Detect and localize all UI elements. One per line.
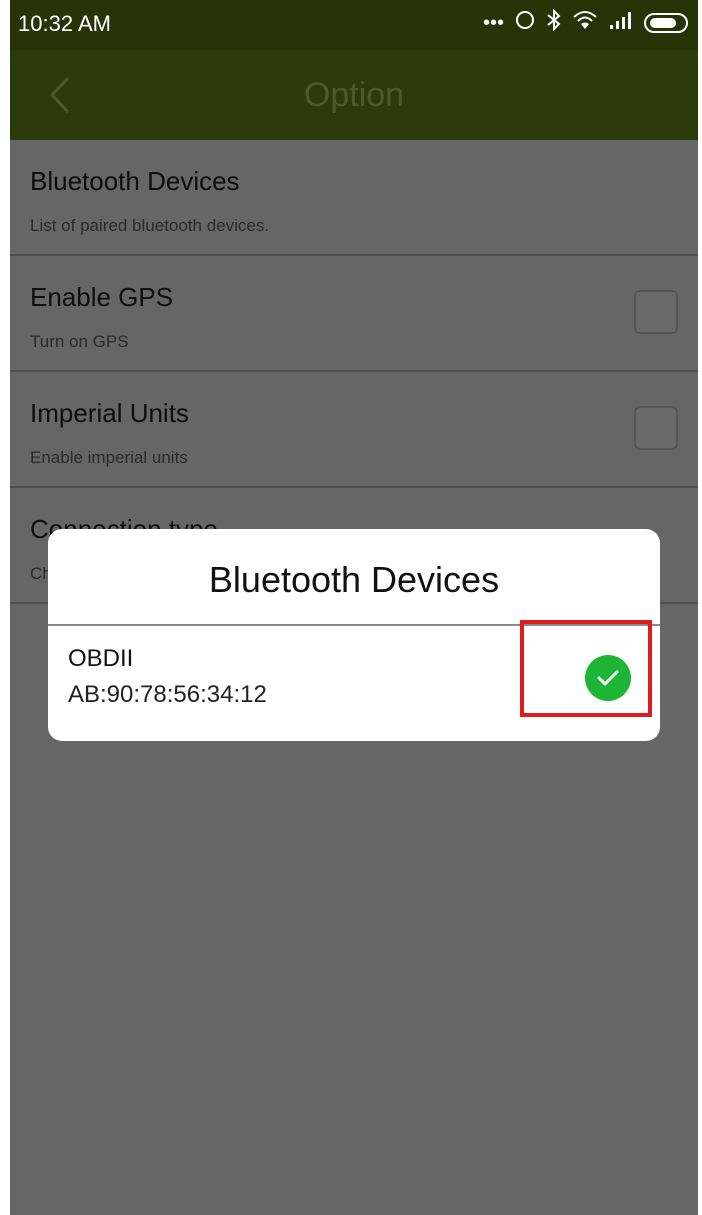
more-dots-icon: •••: [482, 12, 504, 34]
device-mac-address: AB:90:78:56:34:12: [68, 681, 267, 708]
app-bar: Option: [10, 50, 698, 140]
dialog-title: Bluetooth Devices: [208, 559, 500, 600]
status-icons: •••: [482, 8, 688, 37]
gps-checkbox[interactable]: [634, 290, 678, 334]
bluetooth-icon: [546, 8, 562, 37]
app-screen: 10:32 AM ••• Option Bluetooth Devices Li…: [10, 0, 698, 1215]
setting-enable-gps[interactable]: Enable GPS Turn on GPS: [10, 256, 698, 372]
setting-title: Enable GPS: [30, 282, 174, 312]
wifi-icon: [572, 9, 598, 37]
page-title: Option: [303, 76, 405, 114]
setting-summary: Turn on GPS: [30, 332, 129, 351]
status-bar: 10:32 AM •••: [10, 0, 698, 50]
signal-icon: [608, 9, 634, 37]
setting-summary: Enable imperial units: [30, 448, 188, 467]
highlight-annotation-box: [520, 620, 652, 717]
imperial-units-checkbox[interactable]: [634, 406, 678, 450]
setting-title: Bluetooth Devices: [30, 166, 240, 196]
device-name: OBDII: [68, 645, 134, 672]
setting-imperial-units[interactable]: Imperial Units Enable imperial units: [10, 372, 698, 488]
sync-icon: [514, 9, 536, 37]
setting-summary: List of paired bluetooth devices.: [30, 216, 270, 235]
battery-icon: [644, 13, 688, 33]
setting-title: Imperial Units: [30, 398, 189, 428]
status-time: 10:32 AM: [18, 11, 111, 36]
setting-bluetooth-devices[interactable]: Bluetooth Devices List of paired bluetoo…: [10, 140, 698, 256]
